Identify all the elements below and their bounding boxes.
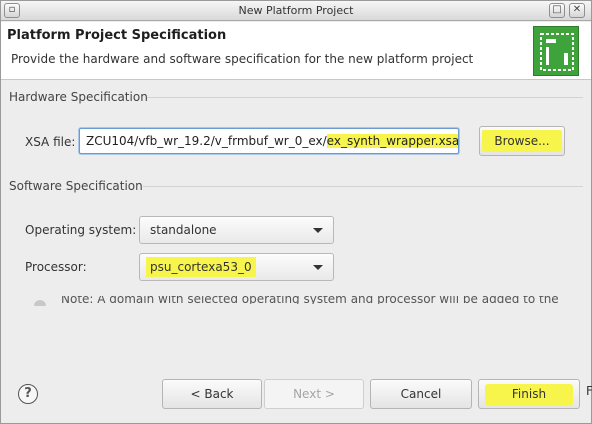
title-bar[interactable]: ▫ New Platform Project □ ✕ [1, 1, 591, 21]
os-label: Operating system: [25, 223, 137, 237]
os-value: standalone [150, 223, 217, 237]
browse-label: Browse... [494, 134, 550, 148]
header-banner: Platform Project Specification Provide t… [1, 22, 591, 80]
os-dropdown[interactable]: standalone [139, 216, 334, 244]
finish-button[interactable]: Finish [478, 379, 580, 409]
finish-label: Finish [511, 387, 547, 401]
browse-button[interactable]: Browse... [479, 126, 565, 156]
xsa-file-input[interactable]: ZCU104/vfb_wr_19.2/v_frmbuf_wr_0_ex/ex_s… [79, 128, 459, 154]
page-title: Platform Project Specification [7, 28, 227, 43]
xsa-file-label: XSA file: [25, 135, 76, 149]
chevron-down-icon [313, 228, 323, 233]
page-description: Provide the hardware and software specif… [11, 52, 474, 66]
xsa-file-name: ex_synth_wrapper.xsa [326, 134, 459, 148]
back-button[interactable]: < Back [162, 379, 262, 409]
domain-note-text: Note: A domain with selected operating s… [61, 296, 559, 304]
chevron-down-icon [313, 265, 323, 270]
vitis-platform-icon [533, 26, 579, 76]
cancel-button[interactable]: Cancel [370, 379, 472, 409]
processor-value: psu_cortexa53_0 [146, 257, 256, 277]
next-button[interactable]: Next > [264, 379, 364, 409]
help-icon[interactable]: ? [18, 384, 38, 404]
domain-note: Note: A domain with selected operating s… [35, 296, 575, 304]
processor-label: Processor: [25, 260, 87, 274]
maximize-icon[interactable]: □ [549, 3, 565, 18]
processor-dropdown[interactable]: psu_cortexa53_0 [139, 253, 334, 281]
edge-glyph: F [586, 384, 592, 398]
hardware-divider [147, 97, 583, 98]
xsa-path-prefix: ZCU104/vfb_wr_19.2/v_frmbuf_wr_0_ex/ [86, 134, 327, 148]
hardware-section-label: Hardware Specification [9, 90, 148, 104]
window-title: New Platform Project [238, 4, 354, 17]
dialog-window: ▫ New Platform Project □ ✕ Platform Proj… [0, 0, 592, 424]
software-divider [143, 186, 583, 187]
software-section-label: Software Specification [9, 179, 143, 193]
close-icon[interactable]: ✕ [569, 3, 585, 18]
